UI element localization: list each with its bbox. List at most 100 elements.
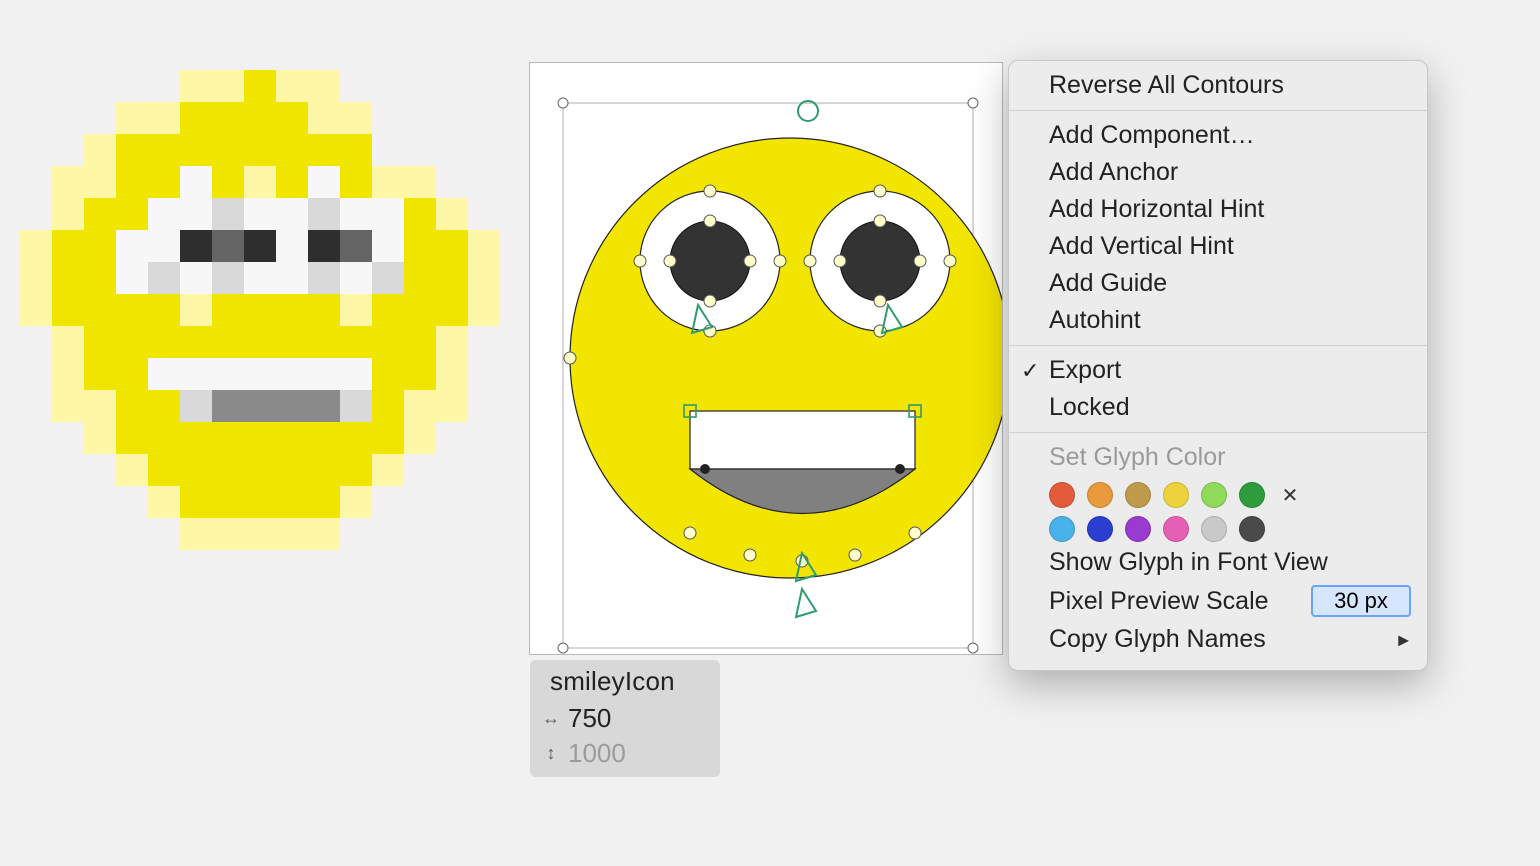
pixel-preview-scale-input[interactable] [1311, 585, 1411, 617]
pixel-row [20, 134, 500, 166]
pixel-cell [148, 358, 180, 390]
color-swatch[interactable] [1087, 482, 1113, 508]
pixel-cell [20, 518, 52, 550]
menu-add-component[interactable]: Add Component… [1009, 117, 1427, 154]
glyph-name[interactable]: smileyIcon [536, 664, 714, 701]
pixel-cell [340, 134, 372, 166]
pixel-cell [84, 134, 116, 166]
pixel-cell [436, 198, 468, 230]
pixel-row [20, 230, 500, 262]
pixel-cell [212, 70, 244, 102]
pixel-cell [84, 454, 116, 486]
pixel-cell [340, 70, 372, 102]
menu-export[interactable]: ✓ Export [1009, 352, 1427, 389]
glyph-width-row[interactable]: ↔ 750 [536, 701, 714, 736]
pixel-cell [212, 422, 244, 454]
menu-add-h-hint[interactable]: Add Horizontal Hint [1009, 191, 1427, 228]
pixel-cell [116, 454, 148, 486]
menu-add-v-hint[interactable]: Add Vertical Hint [1009, 228, 1427, 265]
pixel-cell [148, 134, 180, 166]
pixel-cell [340, 358, 372, 390]
pixel-cell [404, 358, 436, 390]
pixel-cell [20, 326, 52, 358]
pixel-cell [244, 358, 276, 390]
pixel-cell [404, 134, 436, 166]
pixel-row [20, 454, 500, 486]
pixel-cell [276, 486, 308, 518]
pixel-cell [308, 262, 340, 294]
pixel-cell [212, 390, 244, 422]
pixel-cell [308, 230, 340, 262]
color-swatch[interactable] [1087, 516, 1113, 542]
pixel-cell [148, 326, 180, 358]
color-swatch[interactable] [1049, 482, 1075, 508]
pixel-row [20, 102, 500, 134]
pixel-cell [436, 454, 468, 486]
pixel-cell [276, 390, 308, 422]
pixel-preview [20, 70, 500, 550]
menu-label: Add Anchor [1049, 158, 1178, 187]
pixel-cell [404, 70, 436, 102]
color-swatch[interactable] [1125, 516, 1151, 542]
pixel-cell [340, 518, 372, 550]
glyph-height-row[interactable]: ↕ 1000 [536, 736, 714, 771]
menu-show-in-font-view[interactable]: Show Glyph in Font View [1009, 544, 1427, 581]
pixel-cell [116, 518, 148, 550]
pixel-cell [52, 102, 84, 134]
pixel-cell [116, 134, 148, 166]
glyph-width-value[interactable]: 750 [568, 703, 611, 734]
pixel-cell [468, 326, 500, 358]
pixel-cell [148, 518, 180, 550]
color-swatch[interactable] [1163, 516, 1189, 542]
glyph-editor-canvas[interactable] [529, 62, 1003, 655]
pixel-cell [276, 230, 308, 262]
pixel-cell [116, 102, 148, 134]
pixel-cell [244, 486, 276, 518]
menu-label: Pixel Preview Scale [1049, 587, 1269, 616]
pixel-cell [20, 166, 52, 198]
menu-add-guide[interactable]: Add Guide [1009, 265, 1427, 302]
color-swatch[interactable] [1201, 516, 1227, 542]
color-swatch[interactable] [1049, 516, 1075, 542]
menu-reverse-all-contours[interactable]: Reverse All Contours [1009, 67, 1427, 104]
color-swatch[interactable] [1239, 516, 1265, 542]
pixel-cell [372, 294, 404, 326]
pixel-cell [276, 358, 308, 390]
pixel-cell [20, 486, 52, 518]
pixel-cell [116, 166, 148, 198]
pixel-cell [276, 70, 308, 102]
app-stage: smileyIcon ↔ 750 ↕ 1000 Reverse All Cont… [0, 0, 1540, 866]
menu-autohint[interactable]: Autohint [1009, 302, 1427, 339]
pixel-cell [52, 294, 84, 326]
clear-color-icon[interactable]: ✕ [1277, 482, 1303, 508]
pixel-cell [244, 70, 276, 102]
menu-copy-glyph-names[interactable]: Copy Glyph Names [1009, 621, 1427, 658]
pixel-cell [404, 422, 436, 454]
menu-label: Locked [1049, 393, 1130, 422]
pixel-cell [372, 518, 404, 550]
pixel-cell [212, 358, 244, 390]
menu-label: Reverse All Contours [1049, 71, 1284, 100]
pixel-cell [148, 262, 180, 294]
pixel-cell [244, 230, 276, 262]
pixel-cell [340, 230, 372, 262]
smiley-vector-icon [530, 63, 1002, 654]
pixel-row [20, 70, 500, 102]
pixel-cell [180, 70, 212, 102]
color-swatch[interactable] [1239, 482, 1265, 508]
menu-locked[interactable]: Locked [1009, 389, 1427, 426]
pixel-cell [244, 166, 276, 198]
color-swatch[interactable] [1125, 482, 1151, 508]
pixel-row [20, 518, 500, 550]
color-swatch[interactable] [1201, 482, 1227, 508]
color-swatch[interactable] [1163, 482, 1189, 508]
menu-add-anchor[interactable]: Add Anchor [1009, 154, 1427, 191]
pixel-cell [20, 198, 52, 230]
pixel-cell [212, 294, 244, 326]
height-icon: ↕ [542, 743, 560, 764]
pixel-cell [212, 102, 244, 134]
menu-pixel-preview-scale[interactable]: Pixel Preview Scale [1009, 581, 1427, 621]
glyph-height-value[interactable]: 1000 [568, 738, 626, 769]
pixel-cell [436, 358, 468, 390]
pixel-cell [180, 198, 212, 230]
